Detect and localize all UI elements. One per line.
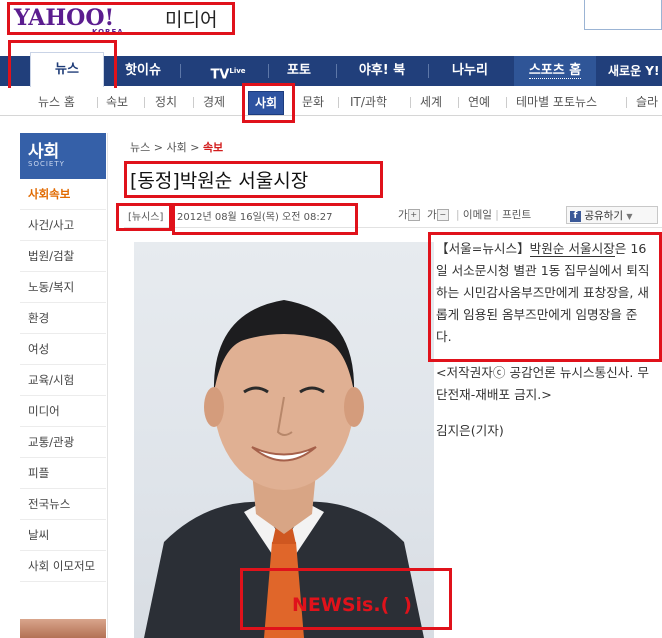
sidebar-item-education[interactable]: 교육/시험: [20, 365, 106, 396]
share-label: 공유하기: [584, 210, 623, 222]
subnav-separator: [97, 97, 98, 108]
sidebar-subtitle: SOCIETY: [28, 160, 65, 168]
sidebar-title: 사회: [28, 142, 60, 162]
nav-tab-hotissue[interactable]: 핫이슈: [110, 56, 176, 86]
highlight-watermark: [240, 568, 452, 630]
sidebar-item-environment[interactable]: 환경: [20, 303, 106, 334]
sub-nav: 뉴스 홈 속보 정치 경제 사회 문화 IT/과학 세계 연예 테마별 포토뉴스…: [0, 88, 662, 116]
subnav-it-science[interactable]: IT/과학: [350, 88, 387, 116]
nav-tab-photo[interactable]: 포토: [270, 56, 328, 86]
minus-icon: −: [436, 209, 449, 221]
nav-tab-sports[interactable]: 스포츠 홈: [514, 56, 596, 86]
highlight-logo: [7, 2, 235, 35]
sidebar-item-labor[interactable]: 노동/복지: [20, 272, 106, 303]
highlight-source: [116, 203, 172, 231]
subnav-entertainment[interactable]: 연예: [468, 88, 490, 116]
facebook-icon: f: [570, 210, 581, 222]
nav-separator: [428, 64, 429, 78]
subnav-theme-photo[interactable]: 테마별 포토뉴스: [516, 88, 597, 116]
subnav-politics[interactable]: 정치: [155, 88, 177, 116]
highlight-society-tab: [242, 83, 295, 123]
nav-tab-yahoo-book[interactable]: 야후! 북: [340, 56, 424, 86]
tool-separator: |: [456, 209, 460, 221]
highlight-date: [172, 203, 358, 235]
nav-tab-nanuri[interactable]: 나누리: [432, 56, 508, 86]
subnav-news-home[interactable]: 뉴스 홈: [38, 88, 75, 116]
font-down-button[interactable]: 가 −: [427, 209, 453, 221]
nav-tab-tv[interactable]: TVLive: [188, 56, 268, 86]
font-down-label: 가: [427, 209, 437, 221]
sidebar-item-people[interactable]: 피플: [20, 458, 106, 489]
font-up-button[interactable]: 가 +: [398, 209, 424, 221]
chevron-down-icon: ▼: [626, 212, 633, 221]
nav-separator: [268, 64, 269, 78]
share-button[interactable]: f 공유하기 ▼: [566, 206, 658, 224]
sidebar-item-traffic[interactable]: 교통/관광: [20, 427, 106, 458]
search-box[interactable]: [584, 0, 662, 30]
subnav-separator: [193, 97, 194, 108]
sidebar-item-misc[interactable]: 사회 이모저모: [20, 551, 106, 582]
breadcrumb-sep: >: [190, 141, 200, 154]
subnav-separator: [338, 97, 339, 108]
sidebar-item-national[interactable]: 전국뉴스: [20, 489, 106, 520]
highlight-title: [124, 161, 383, 198]
nav-tab-tv-live: Live: [229, 67, 246, 75]
breadcrumb-society[interactable]: 사회: [166, 141, 186, 154]
tool-separator: |: [495, 209, 499, 221]
highlight-lead: [428, 232, 662, 362]
article-tools: 가 + 가 − | 이메일 | 프린트: [398, 207, 531, 222]
sidebar-item-women[interactable]: 여성: [20, 334, 106, 365]
email-button[interactable]: 이메일: [463, 209, 492, 221]
sidebar-item-social-breaking[interactable]: 사회속보: [20, 179, 106, 210]
subnav-separator: [626, 97, 627, 108]
subnav-world[interactable]: 세계: [420, 88, 442, 116]
breadcrumb-news[interactable]: 뉴스: [130, 141, 150, 154]
plus-icon: +: [407, 209, 420, 221]
sidebar-header: 사회 SOCIETY: [20, 133, 106, 179]
sidebar-item-incidents[interactable]: 사건/사고: [20, 210, 106, 241]
nav-tab-tv-label: TV: [210, 67, 230, 83]
nav-separator: [180, 64, 181, 78]
nav-separator: [336, 64, 337, 78]
nav-tab-new-yahoo[interactable]: 새로운 Y!: [600, 56, 662, 86]
sidebar-item-weather[interactable]: 날씨: [20, 520, 106, 551]
breadcrumb-sep: >: [153, 141, 163, 154]
font-up-label: 가: [398, 209, 408, 221]
article-reporter: 김지은(기자): [436, 423, 504, 438]
subnav-separator: [144, 97, 145, 108]
sidebar: 사회 SOCIETY 사회속보 사건/사고 법원/검찰 노동/복지 환경 여성 …: [20, 133, 108, 638]
print-button[interactable]: 프린트: [502, 209, 531, 221]
nav-tab-sports-label: 스포츠 홈: [528, 63, 582, 79]
breadcrumb-current: 속보: [202, 141, 224, 154]
subnav-economy[interactable]: 경제: [203, 88, 225, 116]
subnav-culture[interactable]: 문화: [302, 88, 324, 116]
sidebar-bottom-image: [20, 619, 106, 638]
subnav-separator: [410, 97, 411, 108]
subnav-separator: [506, 97, 507, 108]
subnav-breaking[interactable]: 속보: [106, 88, 128, 116]
sidebar-item-court[interactable]: 법원/검찰: [20, 241, 106, 272]
subnav-more[interactable]: 슬라: [636, 88, 658, 116]
breadcrumb: 뉴스 > 사회 > 속보: [130, 139, 223, 155]
article-copyright: <저작권자ⓒ 공감언론 뉴시스통신사. 무단전재-재배포 금지.>: [436, 365, 649, 402]
sidebar-item-media[interactable]: 미디어: [20, 396, 106, 427]
subnav-separator: [458, 97, 459, 108]
